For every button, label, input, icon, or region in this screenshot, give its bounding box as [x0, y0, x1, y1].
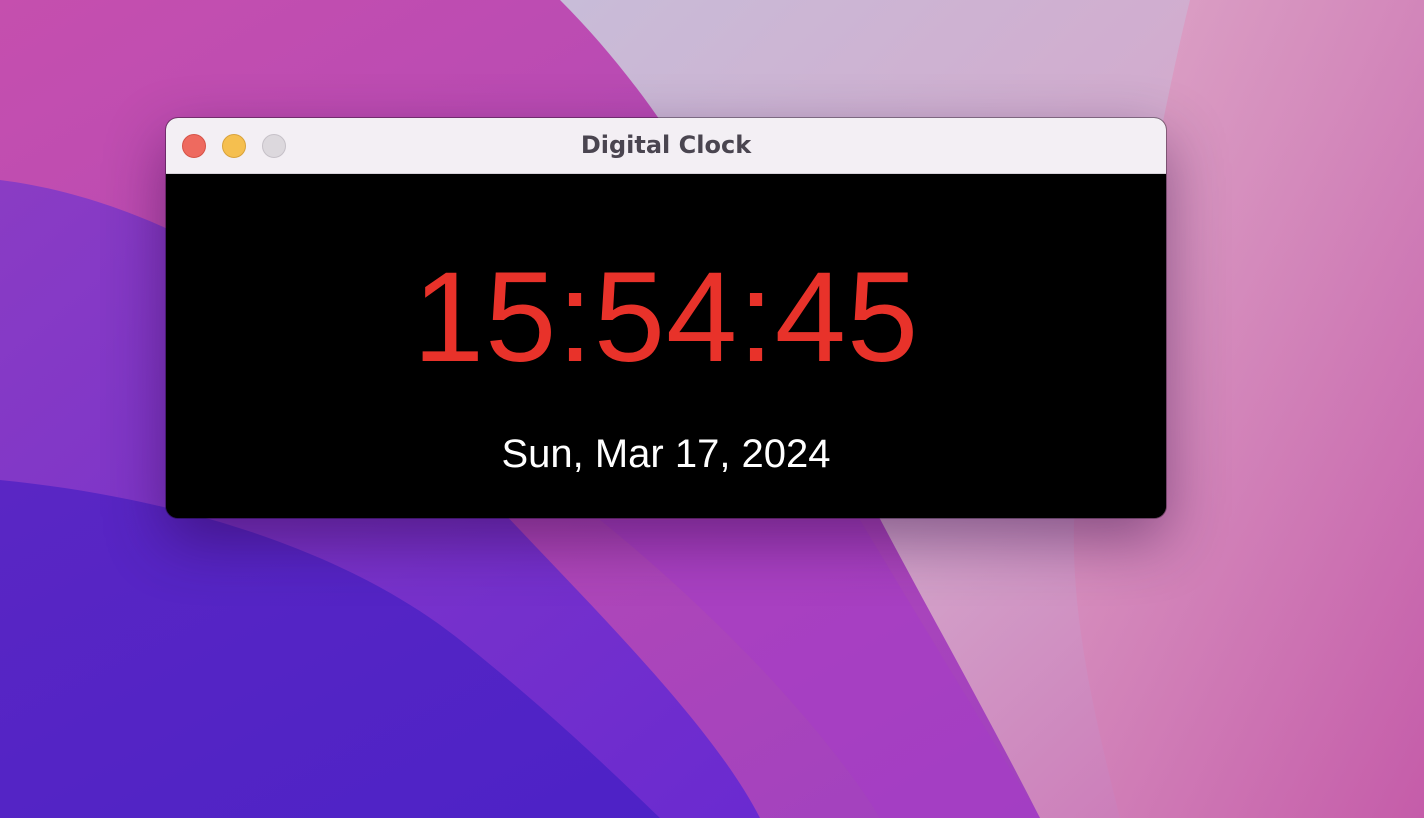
- window-titlebar[interactable]: Digital Clock: [166, 118, 1166, 174]
- window-title: Digital Clock: [580, 131, 752, 159]
- clock-time: 15:54:45: [412, 246, 920, 389]
- digital-clock-window: Digital Clock 15:54:45 Sun, Mar 17, 2024: [166, 118, 1166, 518]
- clock-display: 15:54:45 Sun, Mar 17, 2024: [166, 174, 1166, 518]
- clock-date: Sun, Mar 17, 2024: [501, 432, 831, 476]
- desktop-wallpaper: Digital Clock 15:54:45 Sun, Mar 17, 2024: [0, 0, 1424, 818]
